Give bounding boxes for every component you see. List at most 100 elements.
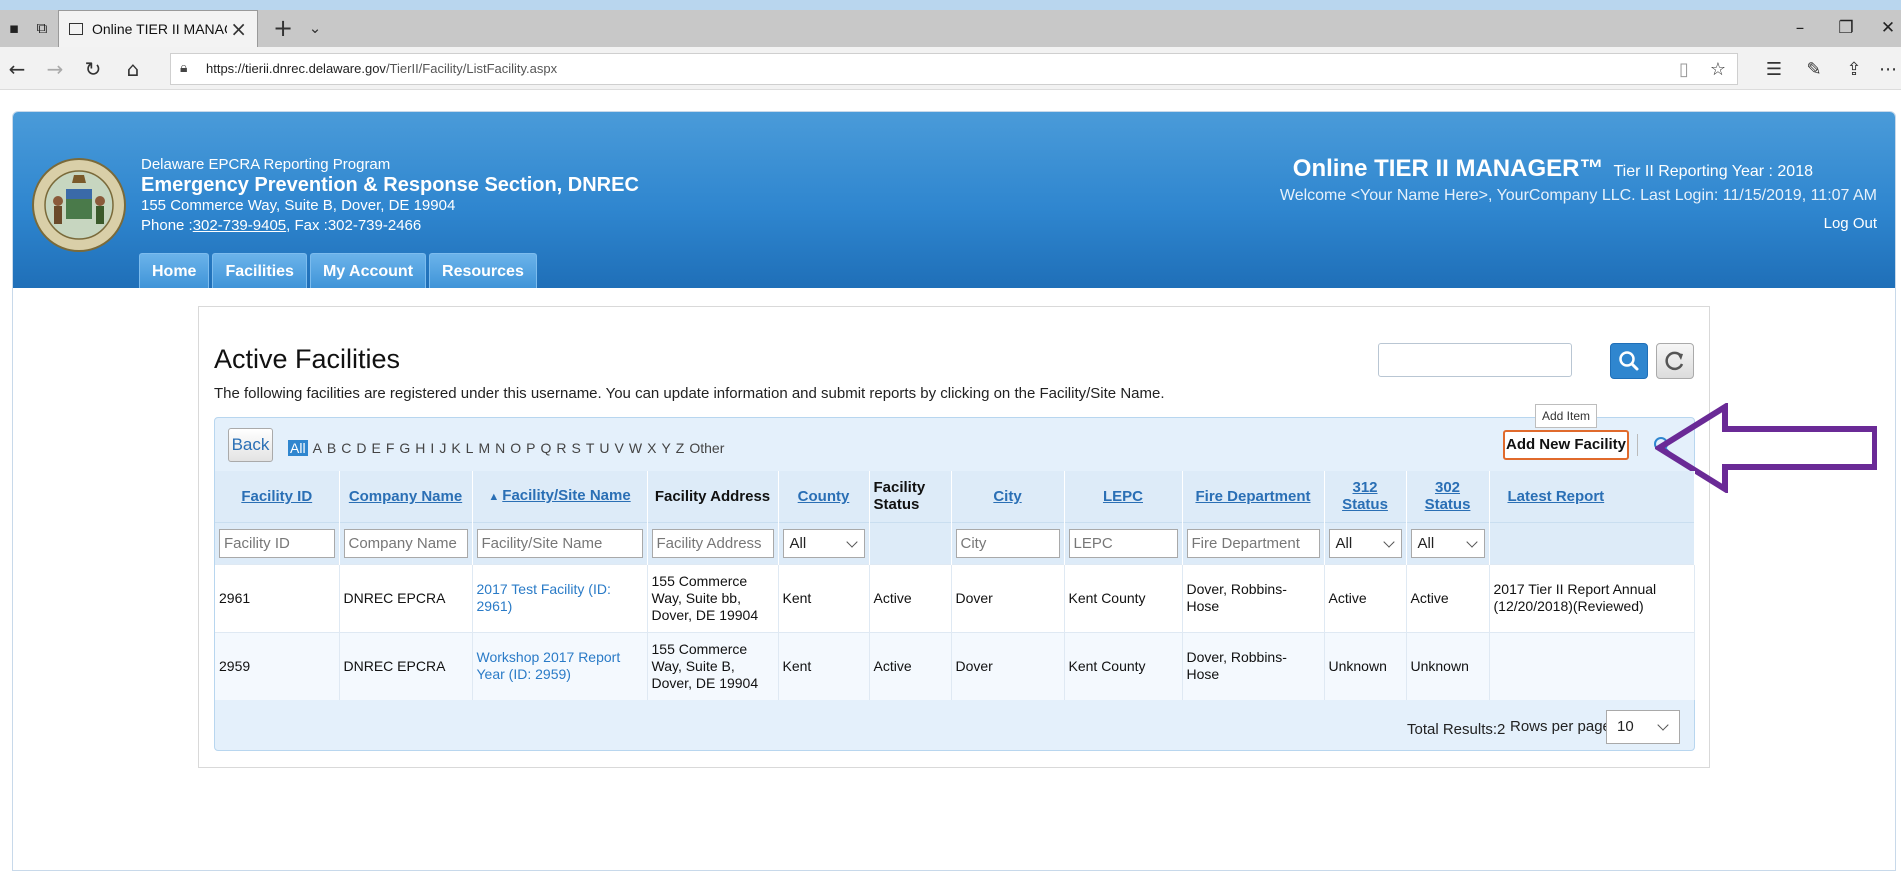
cell-facility-id: 2959 (215, 631, 340, 700)
alpha-letter[interactable]: P (526, 440, 535, 456)
close-window-icon[interactable]: ✕ (1868, 10, 1901, 47)
logout-link[interactable]: Log Out (1824, 215, 1877, 232)
favorite-star-icon[interactable]: ☆ (1702, 54, 1734, 86)
reset-button[interactable] (1656, 343, 1694, 379)
pen-icon[interactable]: ✎ (1798, 54, 1830, 86)
filter-302-status-select[interactable]: All (1410, 528, 1485, 558)
nav-home[interactable]: Home (139, 253, 210, 288)
alpha-letter[interactable]: Q (540, 440, 551, 456)
alpha-all[interactable]: All (288, 440, 308, 456)
col-facility-address: Facility Address (647, 471, 779, 522)
alpha-letter[interactable]: F (386, 440, 395, 456)
cell-site-name[interactable]: 2017 Test Facility (ID: 2961) (472, 563, 648, 632)
minimize-icon[interactable]: – (1780, 10, 1820, 47)
rows-per-page-select[interactable]: 10 (1606, 710, 1680, 744)
url-text[interactable]: https://tierii.dnrec.delaware.gov/TierII… (206, 61, 557, 76)
browser-tab[interactable]: Online TIER II MANAGEI × (58, 10, 258, 47)
col-312-status[interactable]: 312 Status (1324, 471, 1407, 522)
tab-list-chevron-icon[interactable]: ⌄ (300, 10, 330, 47)
filter-county-select[interactable]: All (782, 528, 865, 558)
alpha-letter[interactable]: Z (676, 440, 685, 456)
col-302-status[interactable]: 302 Status (1406, 471, 1490, 522)
cell-county: Kent (778, 631, 870, 700)
cell-county: Kent (778, 563, 870, 632)
reading-view-icon[interactable]: ▯ (1668, 54, 1700, 86)
alpha-letter[interactable]: V (615, 440, 624, 456)
cell-address: 155 Commerce Way, Suite B, Dover, DE 199… (647, 631, 779, 700)
refresh-icon[interactable]: ↻ (76, 52, 110, 86)
col-fire-department[interactable]: Fire Department (1182, 471, 1325, 522)
restore-icon[interactable]: ❐ (1826, 10, 1866, 47)
filter-facility-id[interactable]: Facility ID (219, 528, 335, 558)
alpha-letter[interactable]: L (466, 440, 474, 456)
alpha-letter[interactable]: S (572, 440, 581, 456)
cell-302-status: Unknown (1406, 631, 1490, 700)
col-site-name[interactable]: ▲ Facility/Site Name (472, 471, 648, 522)
col-city[interactable]: City (951, 471, 1065, 522)
alpha-letter[interactable]: X (647, 440, 656, 456)
col-facility-status: Facility Status (869, 471, 952, 522)
col-county[interactable]: County (778, 471, 870, 522)
col-facility-id[interactable]: Facility ID (215, 471, 340, 522)
filter-312-status-select[interactable]: All (1328, 528, 1402, 558)
filter-fire-department[interactable]: Fire Department (1186, 528, 1320, 558)
nav-resources[interactable]: Resources (429, 253, 537, 288)
add-new-facility-button[interactable]: Add New Facility (1503, 430, 1629, 460)
contact-phone: Phone :302-739-9405, Fax :302-739-2466 (141, 217, 422, 234)
nav-my-account[interactable]: My Account (309, 253, 427, 288)
col-company-name[interactable]: Company Name (339, 471, 473, 522)
search-button[interactable] (1610, 343, 1648, 379)
alpha-letter[interactable]: A (313, 440, 322, 456)
alpha-letter[interactable]: C (341, 440, 351, 456)
forward-arrow-icon[interactable]: → (38, 52, 72, 86)
welcome-message: Welcome <Your Name Here>, YourCompany LL… (1279, 187, 1877, 204)
cell-site-name[interactable]: Workshop 2017 Report Year (ID: 2959) (472, 631, 648, 700)
search-input[interactable] (1378, 343, 1572, 377)
cell-302-status: Active (1406, 563, 1490, 632)
filter-lepc[interactable]: LEPC (1068, 528, 1178, 558)
alpha-letter[interactable]: T (586, 440, 595, 456)
alpha-letter[interactable]: B (327, 440, 336, 456)
alpha-letter[interactable]: Y (661, 440, 670, 456)
alpha-letter[interactable]: E (372, 440, 381, 456)
alpha-letter[interactable]: J (439, 440, 446, 456)
col-lepc[interactable]: LEPC (1064, 471, 1183, 522)
alpha-letter[interactable]: H (415, 440, 425, 456)
tab-actions-icon[interactable]: ▪ (0, 10, 28, 47)
facility-link[interactable]: 2017 Test Facility (ID: 2961) (477, 581, 611, 614)
filter-city[interactable]: City (955, 528, 1060, 558)
filter-facility-address[interactable]: Facility Address (651, 528, 774, 558)
share-icon[interactable]: ⇪ (1838, 54, 1870, 86)
facility-link[interactable]: Workshop 2017 Report Year (ID: 2959) (477, 649, 621, 682)
phone-link[interactable]: 302-739-9405 (193, 217, 286, 234)
cell-fire: Dover, Robbins-Hose (1182, 631, 1325, 700)
nav-facilities[interactable]: Facilities (212, 253, 307, 288)
filter-site-name[interactable]: Facility/Site Name (476, 528, 643, 558)
favorites-list-icon[interactable]: ☰ (1758, 54, 1790, 86)
alpha-letter[interactable]: K (451, 440, 460, 456)
back-button[interactable]: Back (228, 428, 273, 462)
home-icon[interactable]: ⌂ (116, 52, 150, 86)
new-tab-icon[interactable]: + (268, 10, 298, 47)
filter-empty (1489, 521, 1695, 564)
cell-address: 155 Commerce Way, Suite bb, Dover, DE 19… (647, 563, 779, 632)
close-tab-icon[interactable]: × (230, 17, 247, 41)
more-icon[interactable]: ⋯ (1872, 54, 1901, 86)
col-latest-report[interactable]: Latest Report (1489, 471, 1695, 522)
alpha-letter[interactable]: M (478, 440, 490, 456)
alpha-other[interactable]: Other (689, 440, 724, 456)
alpha-letter[interactable]: W (629, 440, 642, 456)
alpha-letter[interactable]: I (430, 440, 434, 456)
alpha-letter[interactable]: O (510, 440, 521, 456)
toolbar-divider (1637, 434, 1638, 456)
alpha-letter[interactable]: R (556, 440, 566, 456)
back-arrow-icon[interactable]: ← (0, 52, 34, 86)
cell-company: DNREC EPCRA (339, 631, 473, 700)
alpha-letter[interactable]: D (356, 440, 366, 456)
alpha-letter[interactable]: U (599, 440, 609, 456)
alpha-letter[interactable]: N (495, 440, 505, 456)
filter-company-name[interactable]: Company Name (343, 528, 468, 558)
set-aside-tabs-icon[interactable]: ⧉ (28, 10, 56, 47)
alpha-letter[interactable]: G (399, 440, 410, 456)
delaware-seal-icon (32, 158, 126, 252)
